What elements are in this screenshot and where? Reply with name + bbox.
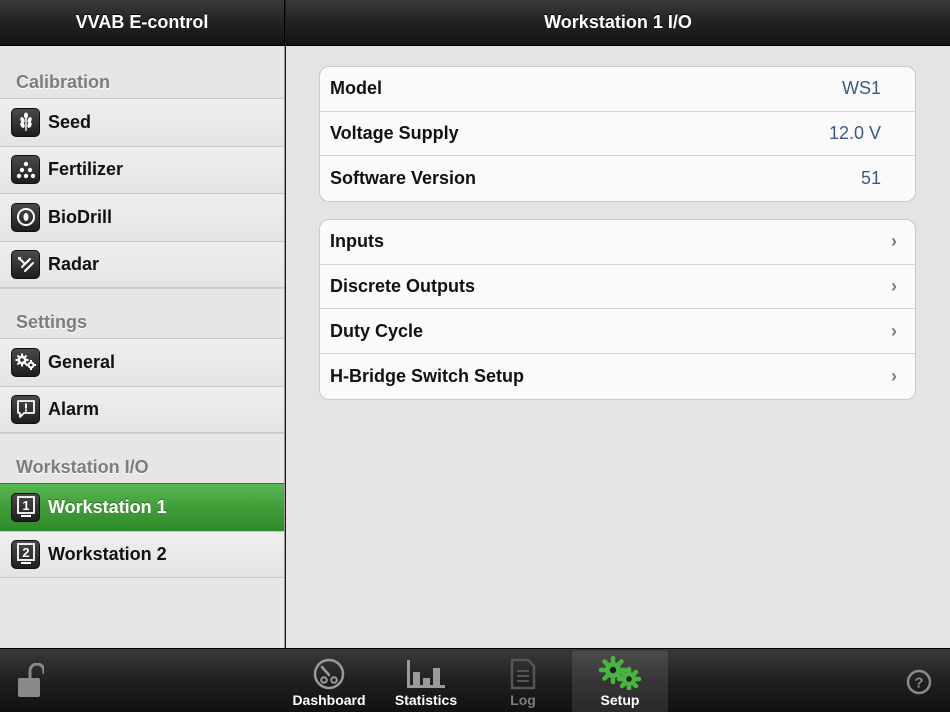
gears-icon [11,347,40,377]
section-header-calibration: Calibration [16,72,111,92]
sidebar-item-workstation-2[interactable]: 2 Workstation 2 [0,530,284,578]
biodrill-icon [11,202,40,232]
info-row-model: Model WS1 [320,67,915,112]
tab-label: Setup [600,692,640,708]
info-row-software-version: Software Version 51 [320,156,915,201]
svg-text:?: ? [914,675,923,692]
workstation-2-icon: 2 [11,539,40,569]
sidebar-item-seed[interactable]: Seed [0,98,284,146]
setup-gears-icon [598,656,642,690]
seed-icon [11,107,40,137]
tab-setup[interactable]: Setup [572,651,668,712]
sidebar-item-label: Seed [48,111,92,132]
sidebar-item-label: Workstation 2 [48,543,167,564]
model-value: WS1 [841,78,881,99]
sidebar: Calibration Seed Fertilizer BioDrill Rad… [0,46,285,648]
tab-dashboard[interactable]: Dashboard [281,651,377,712]
workstation-1-icon: 1 [11,492,40,522]
fertilizer-icon [11,155,40,185]
detail-header: Workstation 1 I/O [286,0,950,46]
sidebar-item-label: Workstation 1 [48,496,167,517]
sidebar-item-label: Radar [48,253,100,274]
tab-label: Log [510,692,536,708]
nav-row-discrete-outputs[interactable]: Discrete Outputs › [320,265,915,310]
info-row-voltage-supply: Voltage Supply 12.0 V [320,112,915,157]
app-title: VVAB E-control [75,12,209,32]
io-navigation-group: Inputs › Discrete Outputs › Duty Cycle ›… [319,219,916,400]
voltage-value: 12.0 V [828,123,881,144]
help-icon[interactable]: ? [906,669,932,700]
sidebar-item-label: General [48,351,116,372]
software-version-value: 51 [860,168,881,189]
svg-text:1: 1 [22,498,29,513]
unlocked-padlock-icon[interactable] [16,662,46,704]
section-header-settings: Settings [0,288,284,338]
sidebar-header: VVAB E-control [0,0,285,46]
nav-row-inputs[interactable]: Inputs › [320,220,915,265]
sidebar-item-label: Alarm [48,398,100,419]
sidebar-item-biodrill[interactable]: BioDrill [0,193,284,241]
tab-log[interactable]: Log [475,651,571,712]
chevron-right-icon: › [891,365,897,386]
section-header-workstation-io: Workstation I/O [0,433,284,483]
alarm-icon [11,394,40,424]
svg-text:2: 2 [22,545,29,560]
chevron-right-icon: › [891,276,897,297]
sidebar-item-alarm[interactable]: Alarm [0,385,284,433]
sidebar-item-fertilizer[interactable]: Fertilizer [0,145,284,193]
sidebar-item-general[interactable]: General [0,338,284,386]
nav-row-duty-cycle[interactable]: Duty Cycle › [320,309,915,355]
chevron-right-icon: › [891,320,897,341]
tab-label: Statistics [394,692,458,708]
radar-icon [11,249,40,279]
sidebar-item-label: Fertilizer [48,159,124,180]
nav-row-h-bridge-switch-setup[interactable]: H-Bridge Switch Setup › [320,354,915,399]
page-title: Workstation 1 I/O [544,12,692,32]
tab-statistics[interactable]: Statistics [378,651,474,712]
sidebar-item-label: BioDrill [48,206,113,227]
speedometer-icon [313,658,345,690]
tab-bar: Dashboard Statistics Log Setup ? [0,648,950,712]
device-info-group: Model WS1 Voltage Supply 12.0 V Software… [319,66,916,203]
tab-label: Dashboard [292,692,366,708]
chevron-right-icon: › [891,231,897,252]
log-document-icon [510,658,536,690]
sidebar-item-workstation-1[interactable]: 1 Workstation 1 [0,483,284,531]
sidebar-item-radar[interactable]: Radar [0,240,284,288]
bar-chart-icon [407,660,445,688]
detail-pane: Model WS1 Voltage Supply 12.0 V Software… [286,46,950,648]
